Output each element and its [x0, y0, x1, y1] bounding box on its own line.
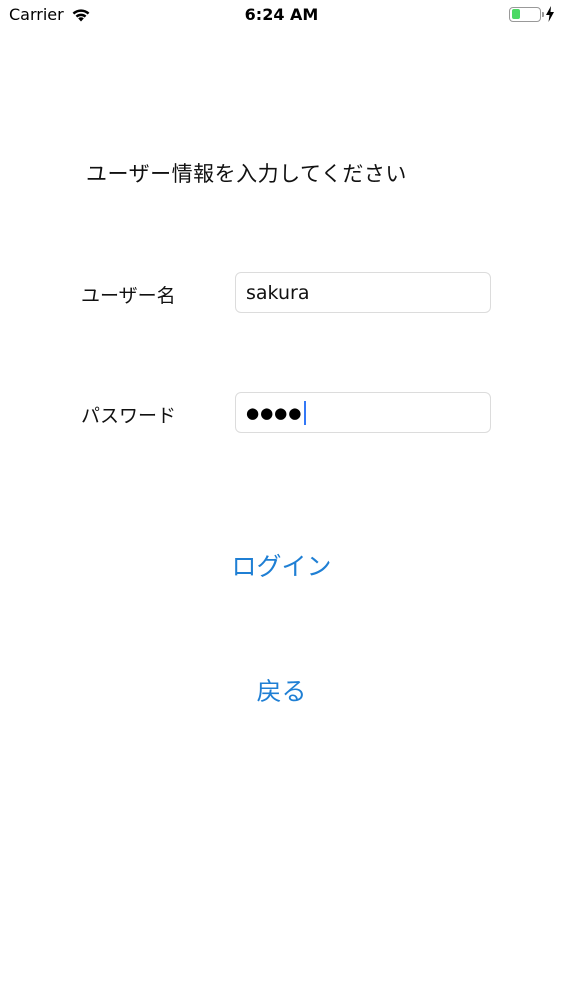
battery-indicator [509, 6, 555, 22]
password-field[interactable]: ●●●● [235, 392, 491, 433]
username-label: ユーザー名 [81, 285, 176, 307]
username-field[interactable]: sakura [235, 272, 491, 313]
battery-icon [509, 6, 544, 22]
password-masked-value: ●●●● [246, 403, 303, 422]
username-value: sakura [246, 281, 310, 304]
bolt-icon [546, 6, 554, 22]
battery-level-fill [511, 9, 520, 19]
password-label: パスワード [81, 405, 177, 427]
login-screen: Carrier 6:24 AM ユーザー情報を入力してください ユーザー名 sa… [0, 0, 563, 1000]
status-time: 6:24 AM [244, 5, 319, 24]
page-title: ユーザー情報を入力してください [86, 162, 407, 186]
login-button[interactable]: ログイン [0, 547, 563, 583]
back-button[interactable]: 戻る [0, 672, 563, 708]
status-bar: Carrier 6:24 AM [0, 0, 563, 30]
text-cursor [304, 400, 307, 425]
